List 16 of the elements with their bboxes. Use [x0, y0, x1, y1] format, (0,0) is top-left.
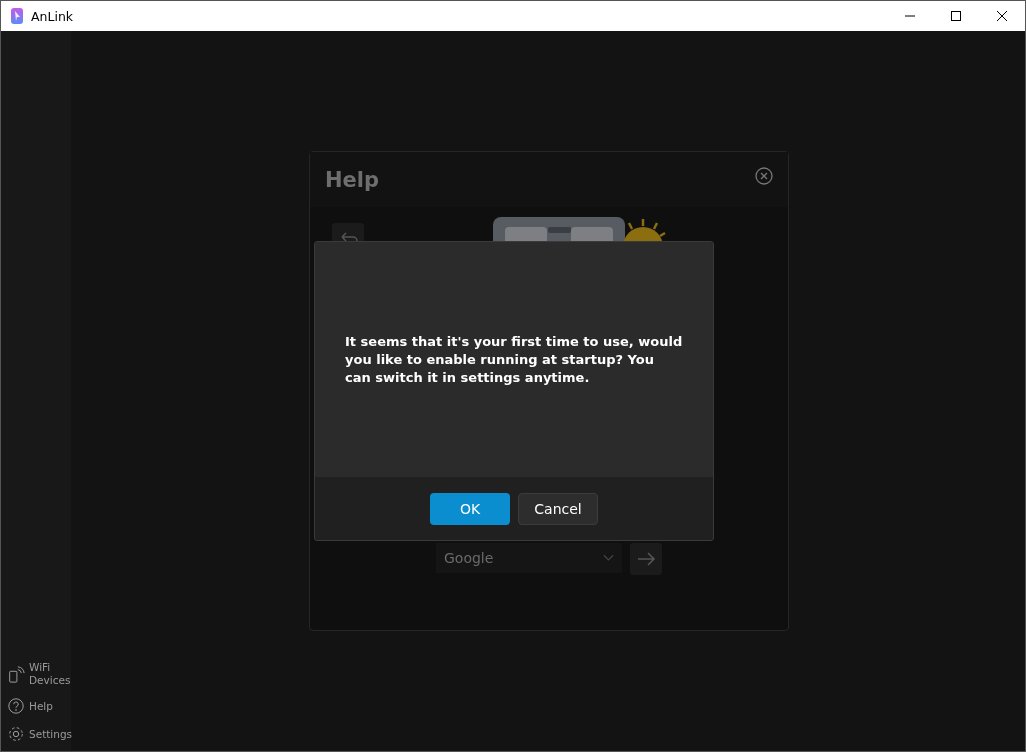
- sidebar-item[interactable]: Help: [1, 695, 71, 717]
- go-arrow-button[interactable]: [630, 543, 662, 575]
- panel-title: Help: [325, 167, 380, 192]
- settings-icon: [7, 725, 25, 743]
- ok-button[interactable]: OK: [430, 492, 510, 525]
- sidebar-item[interactable]: WiFi Devices: [1, 659, 71, 689]
- phone-wifi-icon: [7, 665, 25, 683]
- app-logo-icon: [11, 8, 23, 24]
- dialog-message: It seems that it's your first time to use, would you like to enable running at startup? You can switch it in settings anytime.: [345, 332, 683, 387]
- sidebar-item[interactable]: Settings: [1, 723, 71, 745]
- cancel-button[interactable]: Cancel: [518, 492, 598, 525]
- help-icon: [7, 697, 25, 715]
- search-engine-select[interactable]: Google: [436, 543, 622, 573]
- close-icon[interactable]: [755, 167, 773, 185]
- chevron-icon: [603, 554, 614, 562]
- window-title: AnLink: [31, 8, 74, 24]
